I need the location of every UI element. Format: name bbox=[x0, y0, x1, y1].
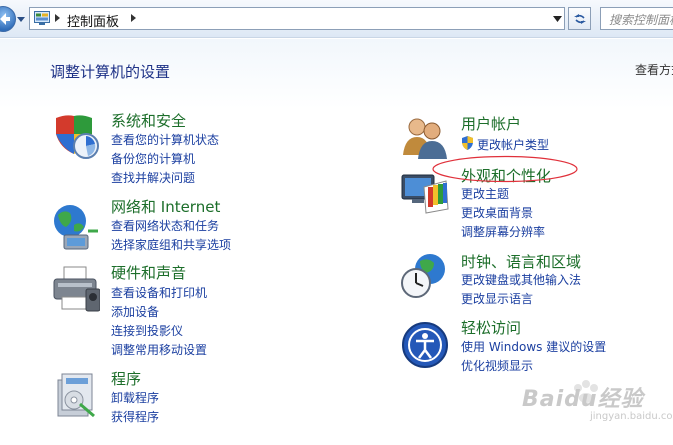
view-by-label: 查看方式 bbox=[635, 63, 673, 77]
link-change-account-type[interactable]: 更改帐户类型 bbox=[477, 136, 549, 153]
breadcrumb-separator-icon[interactable] bbox=[131, 14, 136, 22]
category-clock-language-region[interactable]: 时钟、语言和区域 bbox=[461, 251, 581, 272]
link-uninstall-program[interactable]: 卸载程序 bbox=[111, 389, 159, 406]
link-optimize-visual-display[interactable]: 优化视频显示 bbox=[461, 357, 533, 374]
breadcrumb-control-panel[interactable]: 控制面板 bbox=[67, 11, 119, 30]
link-view-computer-status[interactable]: 查看您的计算机状态 bbox=[111, 131, 219, 148]
chevron-down-icon bbox=[553, 15, 562, 22]
control-panel-icon bbox=[34, 11, 50, 25]
link-recommended-settings[interactable]: 使用 Windows 建议的设置 bbox=[461, 338, 606, 355]
link-troubleshoot[interactable]: 查找并解决问题 bbox=[111, 169, 195, 186]
address-field[interactable]: 控制面板 bbox=[29, 7, 565, 30]
category-programs[interactable]: 程序 bbox=[111, 368, 141, 389]
back-button[interactable] bbox=[0, 6, 16, 32]
watermark-brand: Baidu经验 bbox=[522, 387, 644, 412]
control-panel-content: 调整计算机的设置 查看方式 系统和安全 查看您的计算机状态 备份您的计算机 查找… bbox=[0, 39, 673, 445]
clock-globe-icon[interactable] bbox=[400, 251, 450, 301]
category-user-accounts[interactable]: 用户帐户 bbox=[461, 113, 521, 134]
link-add-device[interactable]: 添加设备 bbox=[111, 303, 159, 320]
link-homegroup-sharing[interactable]: 选择家庭组和共享选项 bbox=[111, 236, 231, 253]
breadcrumb-separator-icon[interactable] bbox=[55, 14, 60, 22]
search-input[interactable]: 搜索控制面板 bbox=[600, 7, 673, 30]
watermark-url: jingyan.baidu.com bbox=[590, 411, 673, 422]
link-devices-printers[interactable]: 查看设备和打印机 bbox=[111, 284, 207, 301]
programs-icon[interactable] bbox=[50, 370, 100, 420]
address-toolbar: 控制面板 搜索控制面板 bbox=[0, 0, 673, 38]
category-ease-of-access[interactable]: 轻松访问 bbox=[461, 317, 521, 338]
category-hardware-sound[interactable]: 硬件和声音 bbox=[111, 262, 186, 283]
link-get-programs[interactable]: 获得程序 bbox=[111, 408, 159, 425]
category-system-security[interactable]: 系统和安全 bbox=[111, 110, 186, 131]
link-connect-projector[interactable]: 连接到投影仪 bbox=[111, 322, 183, 339]
refresh-button[interactable] bbox=[568, 7, 591, 30]
link-change-desktop-background[interactable]: 更改桌面背景 bbox=[461, 204, 533, 221]
category-network-internet[interactable]: 网络和 Internet bbox=[111, 196, 220, 217]
highlight-ellipse-annotation bbox=[432, 155, 578, 183]
refresh-icon bbox=[573, 13, 586, 24]
history-dropdown-icon[interactable] bbox=[16, 15, 26, 23]
page-title: 调整计算机的设置 bbox=[50, 63, 171, 81]
link-change-theme[interactable]: 更改主题 bbox=[461, 185, 509, 202]
address-dropdown-button[interactable] bbox=[550, 8, 565, 29]
system-security-shield-icon[interactable] bbox=[50, 112, 100, 162]
link-change-display-language[interactable]: 更改显示语言 bbox=[461, 290, 533, 307]
link-change-keyboard-input[interactable]: 更改键盘或其他输入法 bbox=[461, 271, 581, 288]
link-backup-computer[interactable]: 备份您的计算机 bbox=[111, 150, 195, 167]
link-network-status[interactable]: 查看网络状态和任务 bbox=[111, 217, 219, 234]
back-arrow-icon bbox=[0, 13, 10, 25]
link-adjust-screen-resolution[interactable]: 调整屏幕分辨率 bbox=[461, 223, 545, 240]
link-mobility-settings[interactable]: 调整常用移动设置 bbox=[111, 341, 207, 358]
network-globe-icon[interactable] bbox=[50, 201, 100, 251]
uac-shield-icon bbox=[462, 136, 473, 150]
printer-icon[interactable] bbox=[50, 265, 100, 315]
ease-of-access-icon[interactable] bbox=[400, 320, 450, 370]
